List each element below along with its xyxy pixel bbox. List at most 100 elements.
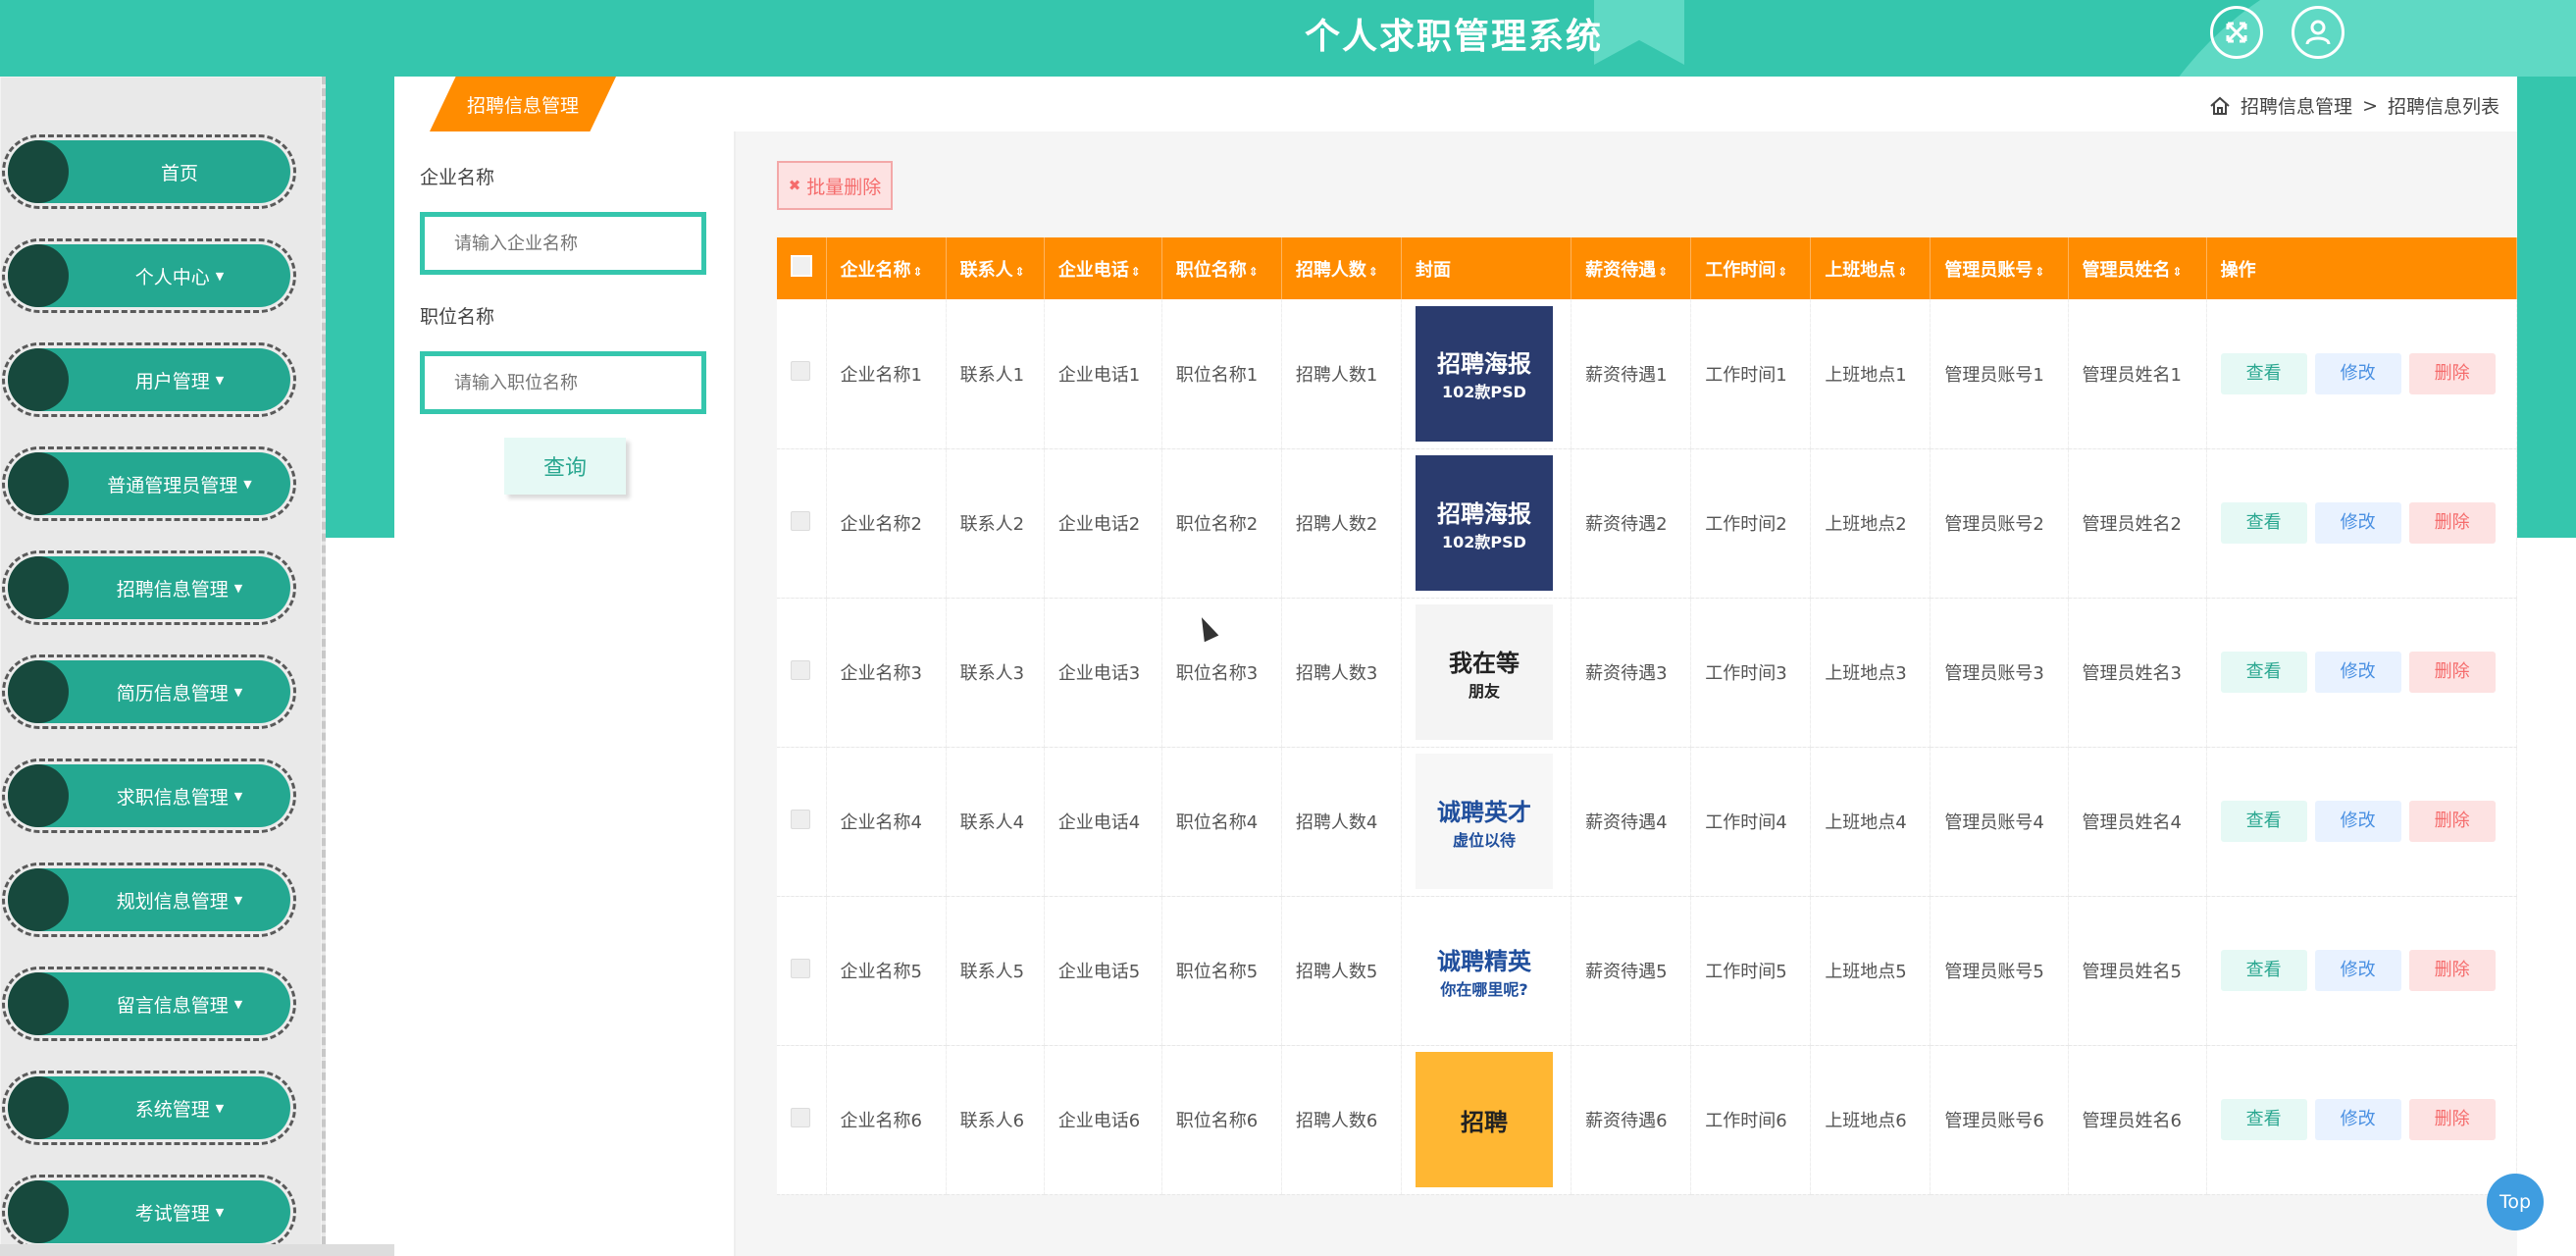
sort-icon[interactable]: ⇕	[1368, 265, 1378, 279]
actions-cell: 查看 修改 删除	[2206, 747, 2518, 897]
cover-image[interactable]: 招聘	[1415, 1052, 1553, 1187]
delete-button[interactable]: 删除	[2408, 352, 2496, 394]
select-all-checkbox[interactable]	[791, 255, 812, 277]
chevron-down-icon: ▼	[215, 1101, 225, 1115]
company-name-label: 企业名称	[420, 167, 495, 188]
column-header[interactable]: 企业名称 ⇕	[826, 237, 947, 299]
column-header[interactable]: 招聘人数 ⇕	[1281, 237, 1402, 299]
sidebar-item-7[interactable]: 求职信息管理 ▼	[2, 759, 296, 833]
column-header[interactable]: 联系人 ⇕	[946, 237, 1045, 299]
sort-icon[interactable]: ⇕	[1777, 265, 1787, 279]
cover-image[interactable]: 诚聘精英 你在哪里呢?	[1415, 903, 1553, 1038]
cover-subtext: 你在哪里呢?	[1440, 979, 1528, 999]
cell-count: 招聘人数2	[1281, 448, 1402, 599]
column-header[interactable]: 工作时间 ⇕	[1690, 237, 1812, 299]
fullscreen-button[interactable]	[2210, 6, 2263, 59]
edit-button[interactable]: 修改	[2314, 502, 2401, 544]
row-checkbox[interactable]	[791, 361, 810, 382]
cell-salary: 薪资待遇1	[1571, 299, 1692, 449]
row-checkbox[interactable]	[791, 510, 810, 531]
cell-position: 职位名称5	[1161, 896, 1282, 1046]
row-checkbox[interactable]	[791, 1107, 810, 1127]
sidebar-item-1[interactable]: 首页	[2, 134, 296, 209]
delete-button[interactable]: 删除	[2408, 950, 2496, 991]
delete-button[interactable]: 删除	[2408, 801, 2496, 842]
sort-icon[interactable]: ⇕	[1658, 265, 1668, 279]
query-button[interactable]: 查询	[504, 438, 626, 495]
edit-button[interactable]: 修改	[2314, 352, 2401, 394]
sidebar-item-11[interactable]: 考试管理 ▼	[2, 1175, 296, 1249]
menu-bullet-icon	[8, 556, 69, 619]
actions-cell: 查看 修改 删除	[2206, 299, 2518, 449]
sidebar-item-9[interactable]: 留言信息管理 ▼	[2, 967, 296, 1041]
row-checkbox[interactable]	[791, 958, 810, 978]
edit-button[interactable]: 修改	[2314, 950, 2401, 991]
cover-subtext: 朋友	[1468, 681, 1500, 701]
sort-icon[interactable]: ⇕	[1131, 265, 1141, 279]
row-checkbox[interactable]	[791, 659, 810, 680]
view-button[interactable]: 查看	[2220, 1099, 2307, 1140]
cell-admin_account: 管理员账号4	[1930, 747, 2069, 897]
column-header-label: 工作时间	[1705, 259, 1777, 281]
sidebar-item-4[interactable]: 普通管理员管理 ▼	[2, 446, 296, 521]
position-name-input[interactable]	[420, 351, 706, 414]
sidebar-item-label: 考试管理	[134, 1202, 210, 1225]
view-button[interactable]: 查看	[2220, 801, 2307, 842]
cell-position: 职位名称1	[1161, 299, 1282, 449]
sidebar-item-8[interactable]: 规划信息管理 ▼	[2, 863, 296, 937]
cover-image[interactable]: 招聘海报 102款PSD	[1415, 305, 1553, 442]
view-button[interactable]: 查看	[2220, 652, 2307, 693]
home-icon[interactable]	[2209, 95, 2231, 117]
column-header[interactable]: 上班地点 ⇕	[1810, 237, 1932, 299]
close-icon: ✖	[788, 177, 801, 194]
user-profile-button[interactable]	[2292, 6, 2344, 59]
column-header[interactable]: 薪资待遇 ⇕	[1571, 237, 1692, 299]
batch-delete-label: 批量删除	[806, 176, 882, 198]
cover-subtext: 虚位以待	[1452, 830, 1516, 850]
cover-image[interactable]: 我在等 朋友	[1415, 604, 1553, 740]
view-button[interactable]: 查看	[2220, 950, 2307, 991]
delete-button[interactable]: 删除	[2408, 1099, 2496, 1140]
view-button[interactable]: 查看	[2220, 352, 2307, 394]
edit-button[interactable]: 修改	[2314, 801, 2401, 842]
sidebar-item-3[interactable]: 用户管理 ▼	[2, 342, 296, 417]
edit-button[interactable]: 修改	[2314, 652, 2401, 693]
sidebar-item-10[interactable]: 系统管理 ▼	[2, 1071, 296, 1145]
sidebar-item-label: 规划信息管理	[116, 890, 229, 913]
row-checkbox[interactable]	[791, 809, 810, 829]
cell-admin_name: 管理员姓名2	[2068, 448, 2207, 599]
batch-delete-button[interactable]: ✖ 批量删除	[777, 161, 893, 210]
sidebar-item-5[interactable]: 招聘信息管理 ▼	[2, 550, 296, 625]
top-header-bar: 个人求职管理系统	[0, 0, 2576, 77]
cell-admin_account: 管理员账号2	[1930, 448, 2069, 599]
cover-image[interactable]: 招聘海报 102款PSD	[1415, 455, 1553, 591]
cover-text: 招聘海报	[1436, 350, 1531, 379]
tab-recruitment-management[interactable]: 招聘信息管理	[430, 77, 616, 131]
delete-button[interactable]: 删除	[2408, 652, 2496, 693]
delete-button[interactable]: 删除	[2408, 502, 2496, 544]
sort-icon[interactable]: ⇕	[913, 265, 923, 279]
breadcrumb-item-recruitment[interactable]: 招聘信息管理	[2241, 92, 2352, 119]
sidebar-item-2[interactable]: 个人中心 ▼	[2, 238, 296, 313]
company-name-input[interactable]	[420, 212, 706, 275]
cell-salary: 薪资待遇6	[1571, 1045, 1692, 1195]
view-button[interactable]: 查看	[2220, 502, 2307, 544]
sort-icon[interactable]: ⇕	[2035, 265, 2044, 279]
sidebar-item-6[interactable]: 简历信息管理 ▼	[2, 654, 296, 729]
cover-image[interactable]: 诚聘英才 虚位以待	[1415, 754, 1553, 889]
edit-button[interactable]: 修改	[2314, 1099, 2401, 1140]
sort-icon[interactable]: ⇕	[1249, 265, 1259, 279]
sort-icon[interactable]: ⇕	[2173, 265, 2183, 279]
back-to-top-button[interactable]: Top	[2487, 1174, 2544, 1230]
sort-icon[interactable]: ⇕	[1897, 265, 1907, 279]
column-header[interactable]: 企业电话 ⇕	[1044, 237, 1162, 299]
column-header[interactable]: 管理员姓名 ⇕	[2068, 237, 2207, 299]
column-header[interactable]: 职位名称 ⇕	[1161, 237, 1282, 299]
chevron-down-icon: ▼	[243, 477, 252, 491]
sort-icon[interactable]: ⇕	[1015, 265, 1025, 279]
column-header[interactable]: 管理员账号 ⇕	[1930, 237, 2069, 299]
chevron-down-icon: ▼	[233, 997, 243, 1011]
cell-location: 上班地点6	[1810, 1045, 1932, 1195]
cell-salary: 薪资待遇5	[1571, 896, 1692, 1046]
cell-phone: 企业电话2	[1044, 448, 1162, 599]
